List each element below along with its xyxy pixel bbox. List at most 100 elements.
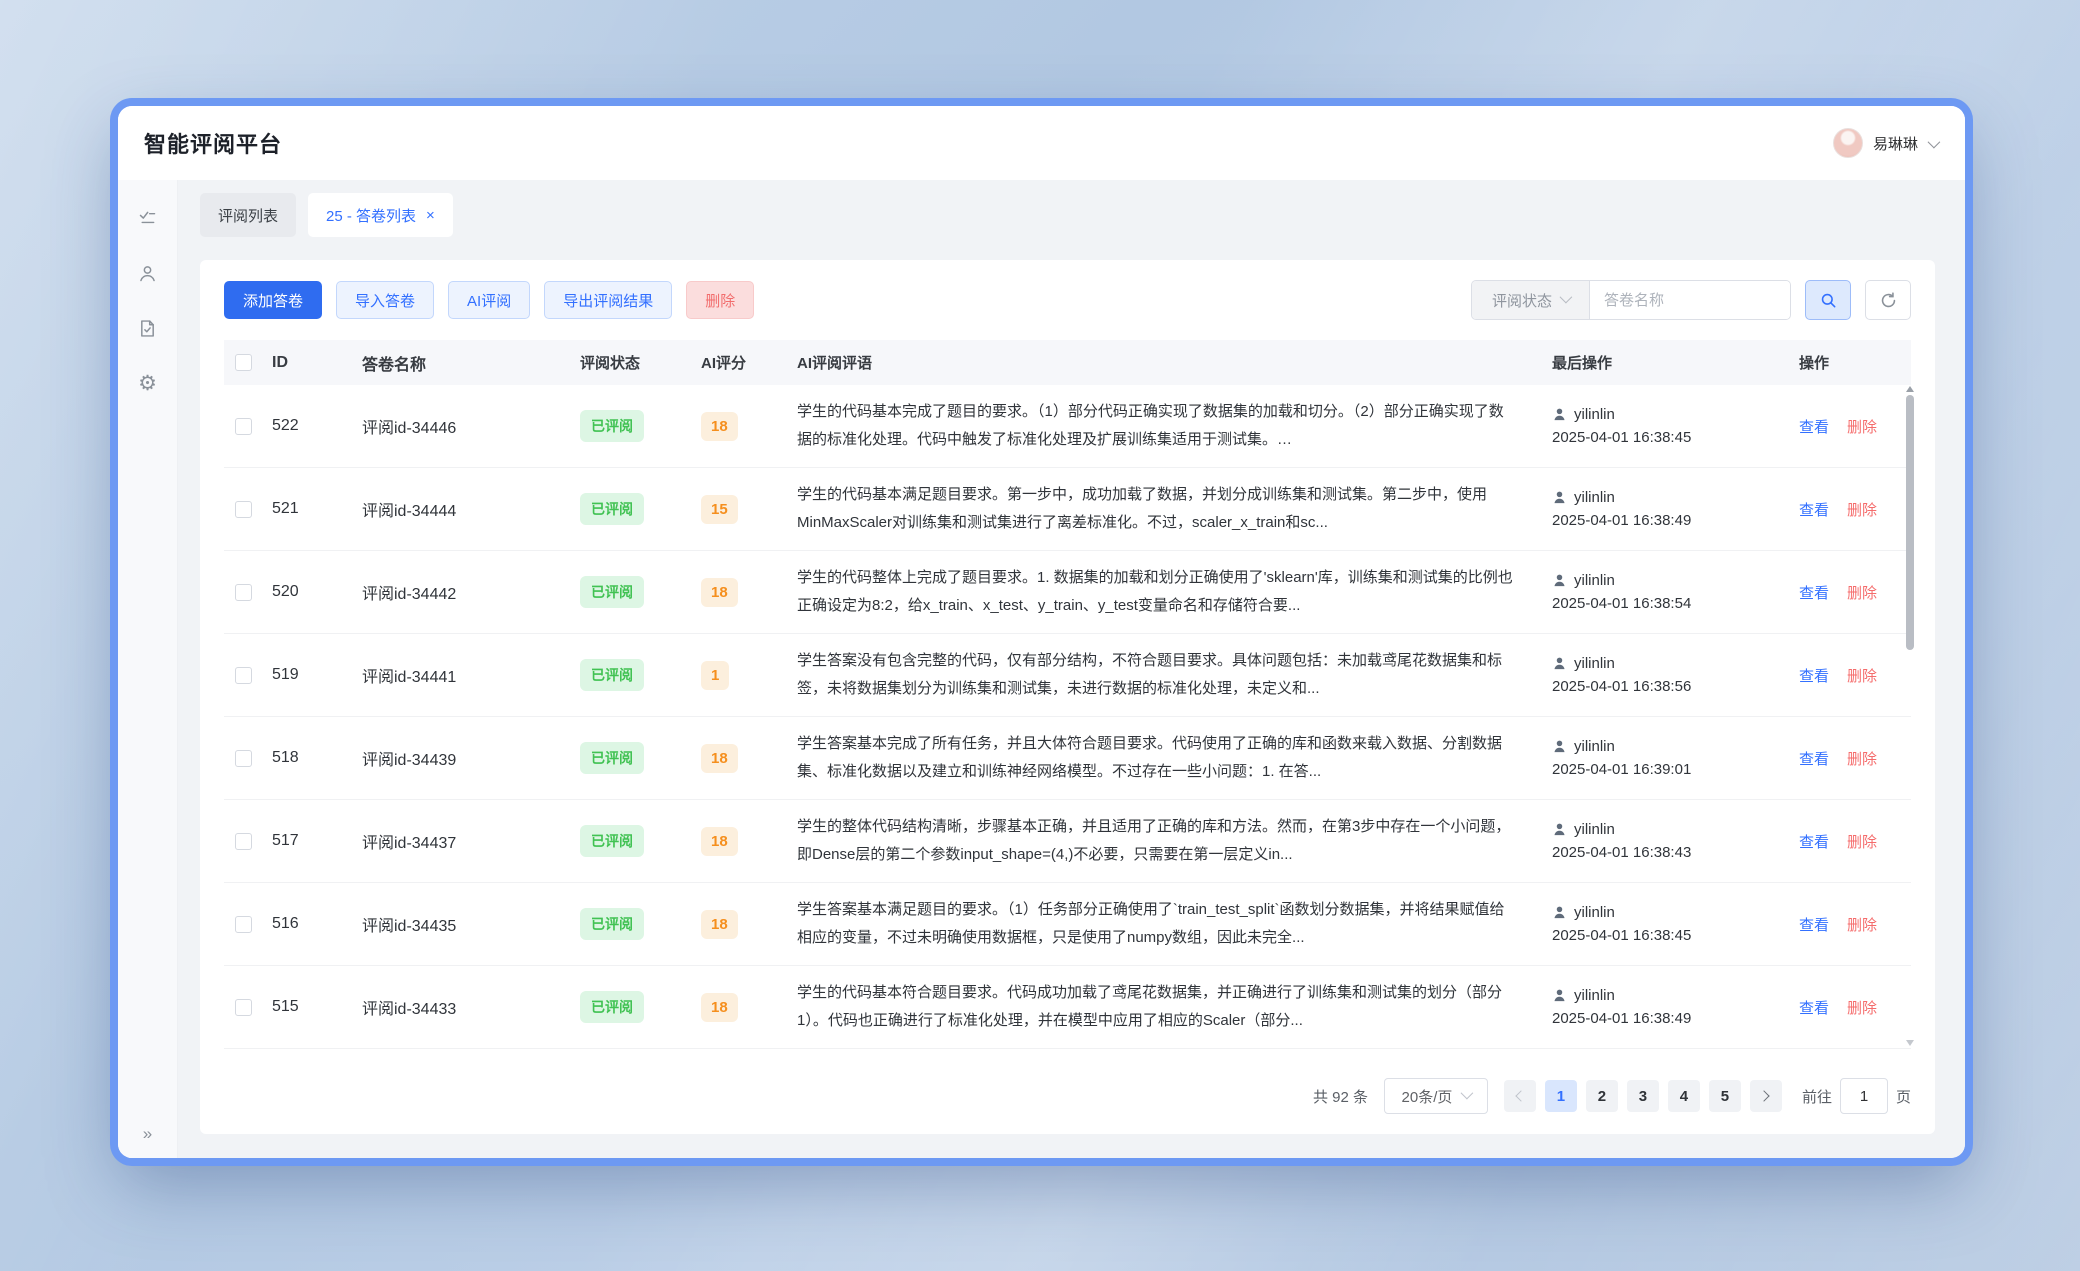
operation-time: 2025-04-01 16:38:54 (1552, 595, 1789, 612)
prev-page-button[interactable] (1504, 1080, 1536, 1112)
add-answer-button[interactable]: 添加答卷 (224, 281, 322, 319)
tab-review-list[interactable]: 评阅列表 (200, 193, 296, 237)
page-button-2[interactable]: 2 (1586, 1080, 1618, 1112)
operation-time: 2025-04-01 16:38:43 (1552, 844, 1789, 861)
next-page-button[interactable] (1750, 1080, 1782, 1112)
score-badge: 15 (701, 495, 738, 524)
status-badge: 已评阅 (580, 908, 644, 940)
delete-link[interactable]: 删除 (1847, 997, 1877, 1018)
row-comment: 学生答案基本完成了所有任务，并且大体符合题目要求。代码使用了正确的库和函数来载入… (797, 730, 1552, 786)
sidebar-item-answer-sheets[interactable] (136, 316, 160, 340)
person-icon (1552, 407, 1567, 422)
filter-group: 评阅状态 (1471, 280, 1911, 320)
page-button-1[interactable]: 1 (1545, 1080, 1577, 1112)
tab-label: 25 - 答卷列表 (326, 205, 416, 226)
view-link[interactable]: 查看 (1799, 914, 1829, 935)
row-checkbox[interactable] (235, 584, 252, 601)
view-link[interactable]: 查看 (1799, 997, 1829, 1018)
person-icon (1552, 739, 1567, 754)
delete-link[interactable]: 删除 (1847, 416, 1877, 437)
scroll-up-arrow-icon[interactable] (1906, 386, 1914, 392)
person-icon (1552, 656, 1567, 671)
delete-link[interactable]: 删除 (1847, 582, 1877, 603)
row-checkbox[interactable] (235, 833, 252, 850)
goto-page-input[interactable] (1840, 1078, 1888, 1114)
import-answer-button[interactable]: 导入答卷 (336, 281, 434, 319)
row-checkbox[interactable] (235, 999, 252, 1016)
row-comment: 学生的代码基本完成了题目的要求。（1）部分代码正确实现了数据集的加载和切分。（2… (797, 398, 1552, 454)
search-button[interactable] (1805, 280, 1851, 320)
user-icon (137, 263, 158, 284)
row-comment: 学生的代码基本满足题目要求。第一步中，成功加载了数据，并划分成训练集和测试集。第… (797, 481, 1552, 537)
ai-review-button[interactable]: AI评阅 (448, 281, 530, 319)
view-link[interactable]: 查看 (1799, 582, 1829, 603)
table-row: 518 评阅id-34439 已评阅 18 学生答案基本完成了所有任务，并且大体… (224, 717, 1911, 800)
score-badge: 18 (701, 578, 738, 607)
export-results-button[interactable]: 导出评阅结果 (544, 281, 672, 319)
score-badge: 18 (701, 910, 738, 939)
row-checkbox[interactable] (235, 418, 252, 435)
refresh-button[interactable] (1865, 280, 1911, 320)
delete-link[interactable]: 删除 (1847, 499, 1877, 520)
select-all-checkbox[interactable] (235, 354, 252, 371)
view-link[interactable]: 查看 (1799, 416, 1829, 437)
row-checkbox[interactable] (235, 667, 252, 684)
row-last-op: yilinlin 2025-04-01 16:38:45 (1552, 406, 1799, 446)
view-link[interactable]: 查看 (1799, 831, 1829, 852)
goto-page: 前往 页 (1802, 1078, 1911, 1114)
page-size-select[interactable]: 20条/页 (1384, 1078, 1488, 1114)
row-id: 519 (272, 666, 362, 684)
column-header-score: AI评分 (701, 352, 797, 373)
view-link[interactable]: 查看 (1799, 748, 1829, 769)
row-last-op: yilinlin 2025-04-01 16:38:49 (1552, 987, 1799, 1027)
close-icon[interactable]: × (426, 208, 435, 223)
delete-button[interactable]: 删除 (686, 281, 754, 319)
table-body: 522 评阅id-34446 已评阅 18 学生的代码基本完成了题目的要求。（1… (224, 385, 1911, 1049)
window-header: 智能评阅平台 易琳琳 (118, 106, 1965, 180)
goto-unit-label: 页 (1896, 1086, 1911, 1107)
scroll-down-arrow-icon[interactable] (1906, 1040, 1914, 1046)
row-name: 评阅id-34435 (362, 912, 580, 936)
table-row: 522 评阅id-34446 已评阅 18 学生的代码基本完成了题目的要求。（1… (224, 385, 1911, 468)
document-check-icon (137, 318, 158, 339)
chevron-left-icon (1516, 1090, 1527, 1101)
delete-link[interactable]: 删除 (1847, 748, 1877, 769)
user-menu[interactable]: 易琳琳 (1833, 128, 1937, 158)
row-last-op: yilinlin 2025-04-01 16:39:01 (1552, 738, 1799, 778)
chevron-down-icon (1461, 1087, 1474, 1100)
sidebar-item-settings[interactable]: ⚙ (136, 371, 160, 395)
sidebar-item-review-list[interactable] (136, 206, 160, 230)
delete-link[interactable]: 删除 (1847, 665, 1877, 686)
sidebar-item-users[interactable] (136, 261, 160, 285)
answer-name-input[interactable] (1590, 281, 1790, 319)
page-button-5[interactable]: 5 (1709, 1080, 1741, 1112)
status-badge: 已评阅 (580, 742, 644, 774)
table-row: 517 评阅id-34437 已评阅 18 学生的整体代码结构清晰，步骤基本正确… (224, 800, 1911, 883)
page-button-4[interactable]: 4 (1668, 1080, 1700, 1112)
avatar[interactable] (1833, 128, 1863, 158)
delete-link[interactable]: 删除 (1847, 831, 1877, 852)
status-badge: 已评阅 (580, 659, 644, 691)
row-checkbox[interactable] (235, 501, 252, 518)
operator-name: yilinlin (1574, 987, 1615, 1004)
operator-name: yilinlin (1574, 904, 1615, 921)
row-id: 522 (272, 417, 362, 435)
delete-link[interactable]: 删除 (1847, 914, 1877, 935)
row-checkbox[interactable] (235, 750, 252, 767)
view-link[interactable]: 查看 (1799, 665, 1829, 686)
scrollbar-thumb[interactable] (1906, 395, 1914, 650)
row-last-op: yilinlin 2025-04-01 16:38:54 (1552, 572, 1799, 612)
tab-label: 评阅列表 (218, 205, 278, 226)
row-name: 评阅id-34442 (362, 580, 580, 604)
page-button-3[interactable]: 3 (1627, 1080, 1659, 1112)
status-badge: 已评阅 (580, 410, 644, 442)
status-select[interactable]: 评阅状态 (1472, 281, 1590, 319)
score-badge: 18 (701, 993, 738, 1022)
sidebar-collapse-button[interactable]: » (118, 1124, 177, 1144)
row-checkbox[interactable] (235, 916, 252, 933)
table-scrollbar[interactable] (1905, 386, 1915, 1046)
score-badge: 1 (701, 661, 729, 690)
view-link[interactable]: 查看 (1799, 499, 1829, 520)
tab-answer-list[interactable]: 25 - 答卷列表 × (308, 193, 453, 237)
checklist-icon (137, 208, 158, 229)
